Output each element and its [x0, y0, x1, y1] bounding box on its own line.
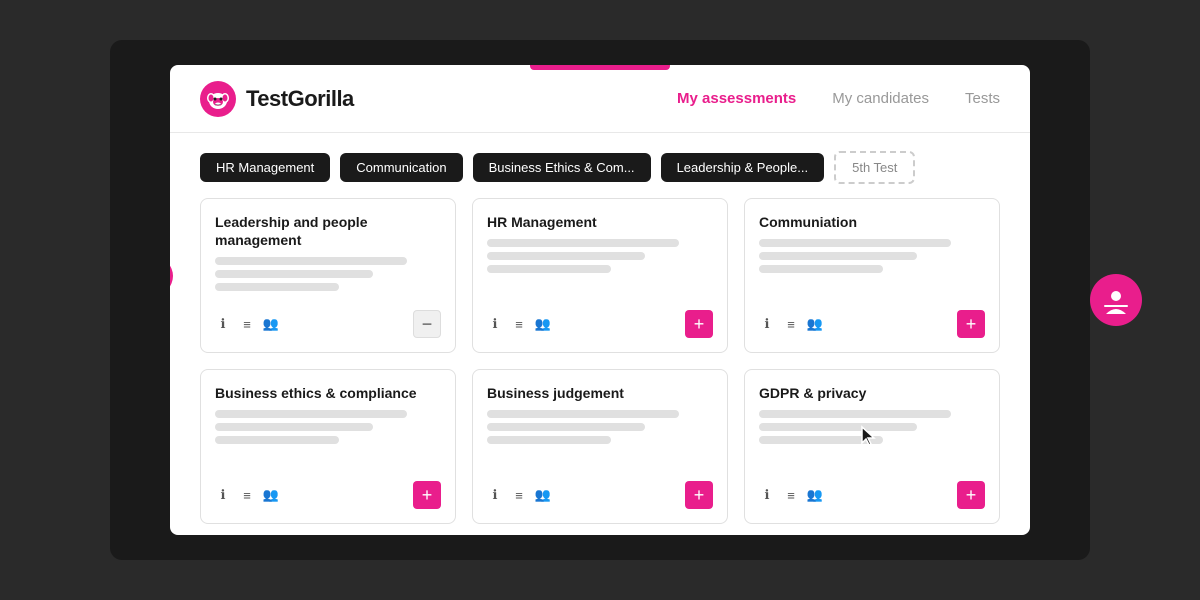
remove-button[interactable]: − [413, 310, 441, 338]
card-business-ethics-lines [215, 410, 441, 471]
line [759, 239, 951, 247]
card-leadership-footer: ℹ ≡ 👥 − [215, 310, 441, 338]
card-leadership-title: Leadership and people management [215, 213, 441, 249]
line [759, 423, 917, 431]
info-icon: ℹ [759, 487, 775, 503]
add-button[interactable]: + [957, 310, 985, 338]
info-icon: ℹ [759, 316, 775, 332]
card-leadership: Leadership and people management ℹ ≡ 👥 − [200, 198, 456, 353]
line [215, 283, 339, 291]
logo-area: TestGorilla [200, 81, 354, 117]
card-hr-icons: ℹ ≡ 👥 [487, 316, 685, 332]
line [487, 265, 611, 273]
card-hr-lines [487, 239, 713, 300]
card-communication: Communiation ℹ ≡ 👥 + [744, 198, 1000, 353]
card-business-ethics-title: Business ethics & compliance [215, 384, 441, 402]
people-icon: 👥 [807, 487, 823, 503]
add-button[interactable]: + [685, 481, 713, 509]
people-icon: 👥 [263, 316, 279, 332]
card-business-judgement-lines [487, 410, 713, 471]
add-button[interactable]: + [957, 481, 985, 509]
line [487, 423, 645, 431]
nav-links: My assessments My candidates Tests [677, 90, 1000, 107]
tab-accent [530, 65, 670, 70]
info-icon: ℹ [487, 487, 503, 503]
line [759, 410, 951, 418]
filter-bar: HR Management Communication Business Eth… [170, 133, 1030, 198]
card-hr-management: HR Management ℹ ≡ 👥 + [472, 198, 728, 353]
line [215, 270, 373, 278]
card-gdpr-lines [759, 410, 985, 471]
card-business-judgement-footer: ℹ ≡ 👥 + [487, 481, 713, 509]
line [759, 265, 883, 273]
people-icon: 👥 [807, 316, 823, 332]
cards-grid: Leadership and people management ℹ ≡ 👥 − [170, 198, 1030, 535]
card-business-judgement: Business judgement ℹ ≡ 👥 + [472, 369, 728, 524]
line [487, 410, 679, 418]
line [487, 436, 611, 444]
list-icon: ≡ [511, 316, 527, 332]
line [215, 257, 407, 265]
line [215, 436, 339, 444]
card-gdpr: GDPR & privacy ℹ ≡ 👥 + [744, 369, 1000, 524]
add-button[interactable]: + [413, 481, 441, 509]
pill-leadership[interactable]: Leadership & People... [661, 153, 825, 182]
header: TestGorilla My assessments My candidates… [170, 65, 1030, 133]
card-business-judgement-title: Business judgement [487, 384, 713, 402]
card-communication-title: Communiation [759, 213, 985, 231]
card-business-judgement-icons: ℹ ≡ 👥 [487, 487, 685, 503]
add-button[interactable]: + [685, 310, 713, 338]
list-icon: ≡ [511, 487, 527, 503]
line [487, 239, 679, 247]
info-icon: ℹ [487, 316, 503, 332]
people-icon: 👥 [535, 487, 551, 503]
pill-business-ethics[interactable]: Business Ethics & Com... [473, 153, 651, 182]
list-icon: ≡ [783, 316, 799, 332]
card-leadership-icons: ℹ ≡ 👥 [215, 316, 413, 332]
info-icon: ℹ [215, 487, 231, 503]
card-communication-icons: ℹ ≡ 👥 [759, 316, 957, 332]
logo-text: TestGorilla [246, 86, 354, 112]
card-communication-lines [759, 239, 985, 300]
line [487, 252, 645, 260]
people-icon: 👥 [263, 487, 279, 503]
pill-communication[interactable]: Communication [340, 153, 462, 182]
card-leadership-lines [215, 257, 441, 300]
pill-hr-management[interactable]: HR Management [200, 153, 330, 182]
avatar-button[interactable] [1090, 274, 1142, 326]
card-hr-footer: ℹ ≡ 👥 + [487, 310, 713, 338]
logo-icon [200, 81, 236, 117]
card-business-ethics: Business ethics & compliance ℹ ≡ 👥 + [200, 369, 456, 524]
card-business-ethics-icons: ℹ ≡ 👥 [215, 487, 413, 503]
list-icon: ≡ [239, 316, 255, 332]
screen-container: TestGorilla My assessments My candidates… [110, 40, 1090, 560]
card-communication-footer: ℹ ≡ 👥 + [759, 310, 985, 338]
nav-tests[interactable]: Tests [965, 90, 1000, 107]
card-gdpr-footer: ℹ ≡ 👥 + [759, 481, 985, 509]
avatar-icon [1102, 286, 1130, 314]
nav-my-candidates[interactable]: My candidates [832, 90, 929, 107]
line [215, 410, 407, 418]
browser-window: TestGorilla My assessments My candidates… [170, 65, 1030, 535]
line [215, 423, 373, 431]
list-icon: ≡ [239, 487, 255, 503]
list-icon: ≡ [783, 487, 799, 503]
line [759, 252, 917, 260]
line [759, 436, 883, 444]
card-hr-title: HR Management [487, 213, 713, 231]
card-business-ethics-footer: ℹ ≡ 👥 + [215, 481, 441, 509]
people-icon: 👥 [535, 316, 551, 332]
info-icon: ℹ [215, 316, 231, 332]
human-resources-tooltip: Human resources × [170, 257, 173, 295]
pill-5th-test[interactable]: 5th Test [834, 151, 915, 184]
nav-my-assessments[interactable]: My assessments [677, 90, 796, 107]
card-gdpr-icons: ℹ ≡ 👥 [759, 487, 957, 503]
card-gdpr-title: GDPR & privacy [759, 384, 985, 402]
